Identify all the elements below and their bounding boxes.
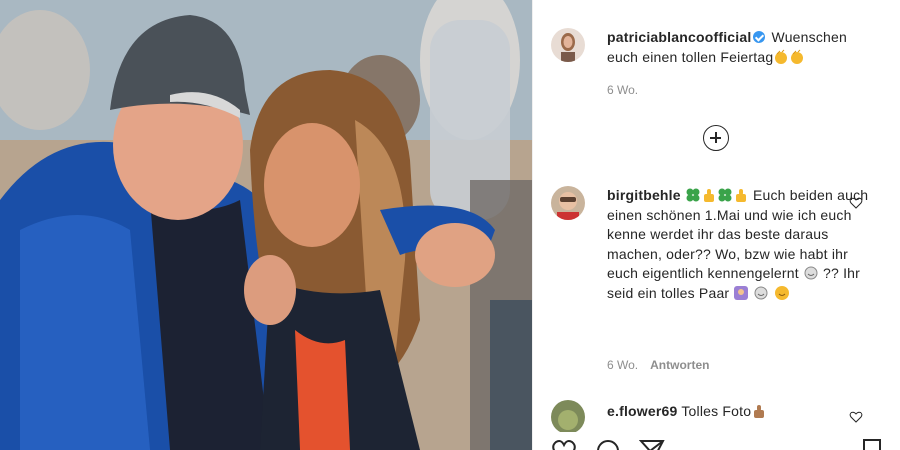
avatar[interactable] [551, 28, 585, 62]
caption-text: patriciablancoofficial Wuenschen euch ei… [607, 28, 869, 67]
reply-button[interactable]: Antworten [650, 358, 709, 372]
thumbs-up-icon [703, 189, 714, 202]
heart-icon[interactable] [849, 410, 863, 424]
heart-icon[interactable] [849, 196, 863, 210]
clapping-hands-icon [775, 49, 788, 64]
comment-icon[interactable] [595, 438, 621, 450]
share-icon[interactable] [639, 438, 665, 450]
comment-time[interactable]: 6 Wo. [607, 358, 638, 372]
comment-username[interactable]: birgitbehle [607, 187, 681, 203]
comments-panel: patriciablancoofficial Wuenschen euch ei… [532, 0, 900, 450]
hugging-face-icon [774, 285, 789, 300]
post-actions [533, 432, 900, 450]
photo-illustration [0, 0, 532, 450]
caption-meta: 6 Wo. [607, 83, 650, 97]
caption-time[interactable]: 6 Wo. [607, 83, 638, 97]
heart-icon[interactable] [551, 438, 577, 450]
thumbs-up-icon [754, 405, 765, 418]
comment-text: birgitbehle Euch beiden auch einen schön… [607, 186, 869, 303]
smile-emoji-icon [804, 266, 818, 280]
avatar[interactable] [551, 186, 585, 220]
post-photo [0, 0, 532, 450]
person-raising-hand-icon [734, 285, 749, 300]
plus-circle-icon[interactable] [703, 125, 729, 151]
clapping-hands-icon [791, 49, 804, 64]
comment-text: e.flower69 Tolles Foto [607, 402, 869, 422]
comment-username[interactable]: e.flower69 [607, 403, 677, 419]
smile-emoji-icon [754, 286, 768, 299]
comment-body-1: Euch [748, 187, 786, 203]
comment-meta: 6 Wo. Antworten [607, 358, 721, 372]
avatar[interactable] [551, 400, 585, 434]
four-leaf-clover-icon [718, 188, 732, 202]
verified-icon [753, 31, 766, 43]
thumbs-up-icon [735, 189, 746, 202]
comment-body: Tolles Foto [681, 403, 752, 419]
bookmark-icon[interactable] [859, 438, 885, 450]
four-leaf-clover-icon [686, 188, 700, 202]
caption-username[interactable]: patriciablancoofficial [607, 29, 751, 45]
